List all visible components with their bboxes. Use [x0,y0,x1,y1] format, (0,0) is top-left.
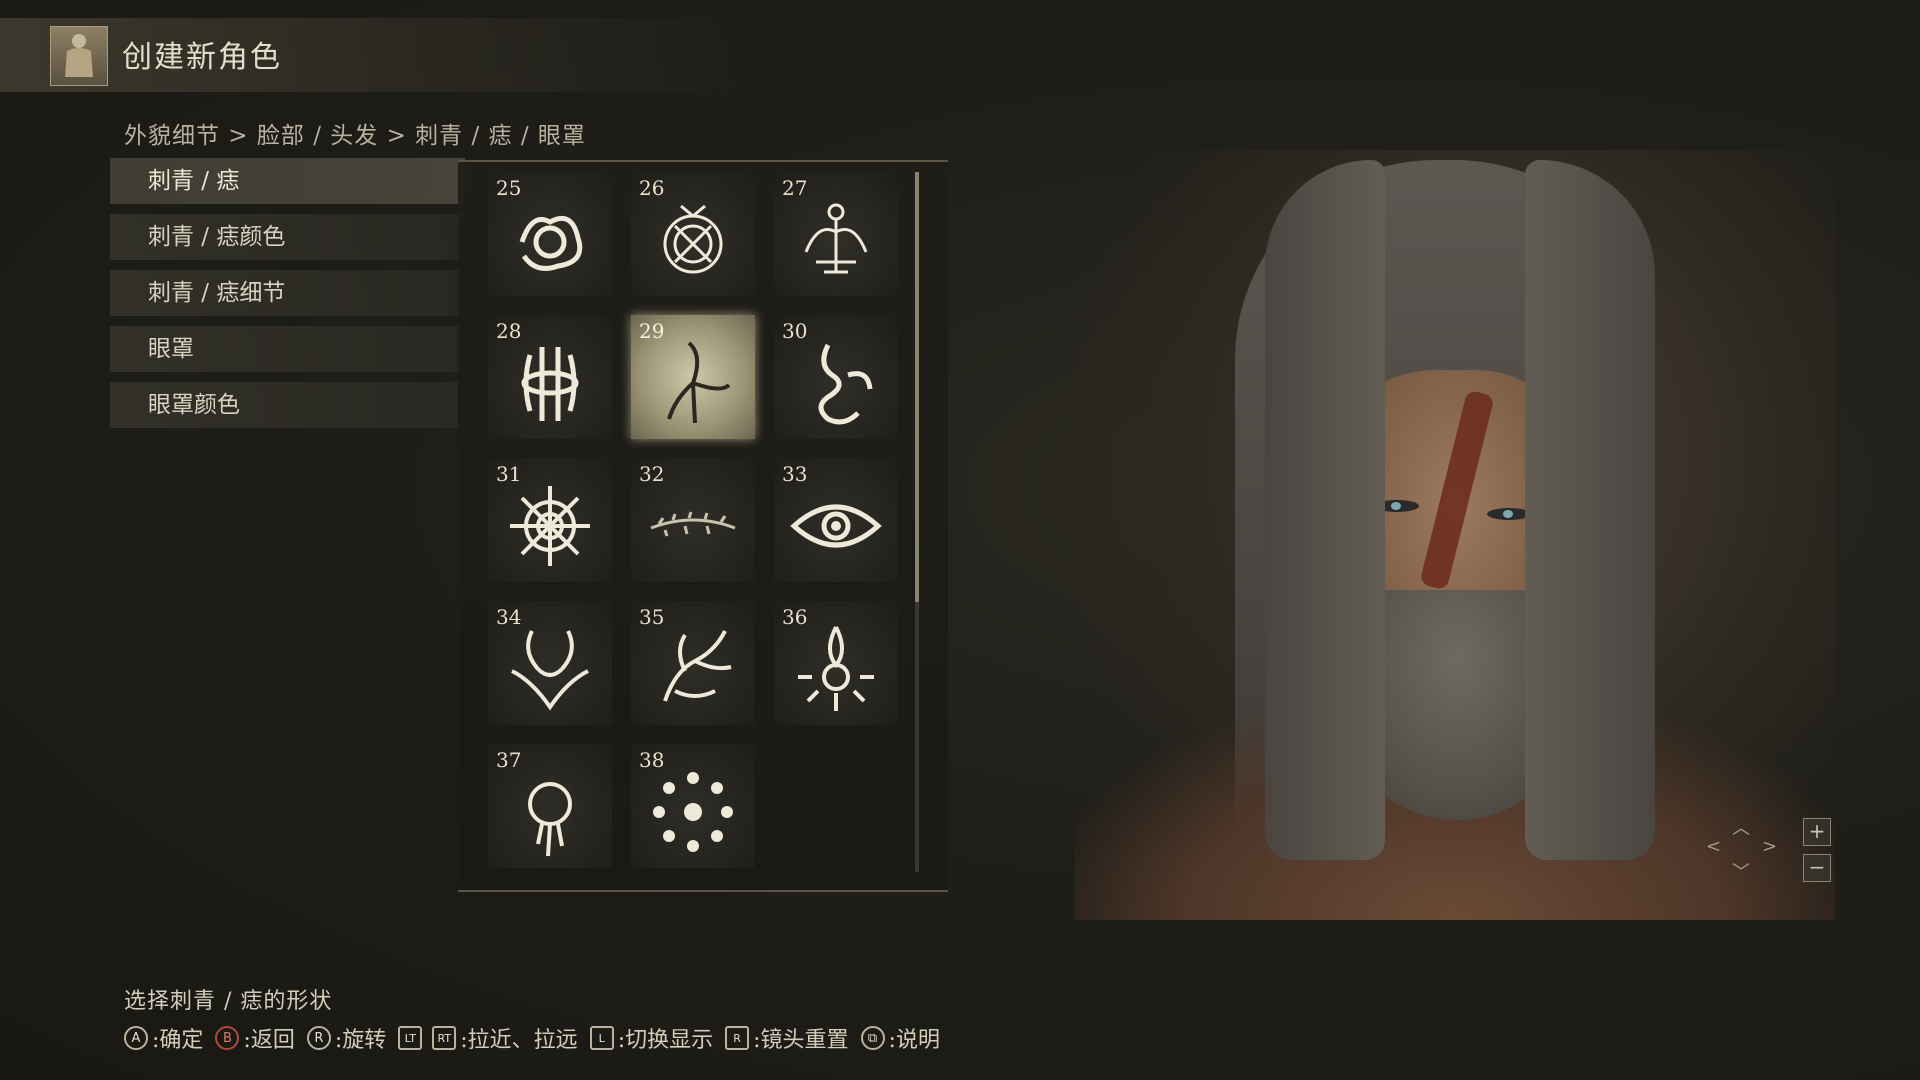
menu-item-label: 刺青 / 痣颜色 [148,224,286,250]
menu-item-label: 刺青 / 痣细节 [148,280,286,306]
grid-scrollbar[interactable] [915,172,919,872]
crossed-swords-crest-icon [663,204,723,274]
tattoo-tile[interactable]: 32 [631,458,755,582]
menu-item-eyepatch-color[interactable]: 眼罩颜色 [110,382,465,428]
black-sun-icon [528,782,572,857]
swirl-rose-icon [519,216,583,271]
tattoo-tile[interactable]: 34 [488,601,612,725]
right-stick-icon: R [306,1026,331,1050]
winged-shrine-icon [804,203,868,274]
view-button-icon: ⧉ [860,1026,885,1050]
menu-item-tattoo-mark-detail[interactable]: 刺青 / 痣细节 [110,270,465,316]
control-label: :说明 [888,1028,940,1053]
toggle-display-control[interactable]: L :切换显示 [589,1022,714,1054]
camera-rotate-dpad[interactable]: ︿ < > ﹀ [1706,814,1777,884]
tattoo-tile[interactable]: 35 [631,601,755,725]
tattoo-tile[interactable]: 31 [488,458,612,582]
zoom-in-button[interactable]: + [1803,818,1831,846]
tattoo-tile[interactable]: 30 [774,315,898,439]
menu-item-tattoo-mark-color[interactable]: 刺青 / 痣颜色 [110,214,465,260]
dragon-rider-icon [663,630,732,702]
chevron-right-icon[interactable]: > [1762,836,1777,857]
menu-item-label: 眼罩颜色 [148,392,240,418]
help-control[interactable]: ⧉ :说明 [860,1022,940,1054]
hair-front-left [1265,160,1385,860]
b-button-icon: B [215,1026,240,1050]
chevron-down-icon[interactable]: ﹀ [1732,858,1750,884]
chevron-left-icon[interactable]: < [1706,836,1721,857]
horned-beast-icon [511,630,589,711]
character-avatar-icon [50,26,108,86]
menu-item-label: 眼罩 [148,336,194,362]
tattoo-grid-panel: 25 26 27 28 29 30 31 32 33 34 35 36 37 3… [458,160,948,892]
control-label: :镜头重置 [753,1028,849,1053]
zoom-control-lt[interactable]: LT [398,1026,426,1050]
lt-trigger-icon: LT [398,1026,423,1050]
page-title: 创建新角色 [122,40,282,75]
selection-hint: 选择刺青 / 痣的形状 [124,989,333,1014]
control-label: :确定 [152,1028,204,1053]
control-label: :旋转 [334,1028,387,1053]
tattoo-tile[interactable]: 27 [774,172,898,296]
header-bar [0,18,760,92]
chevron-up-icon[interactable]: ︿ [1732,814,1750,840]
breadcrumb: 外貌细节 > 脸部 / 头发 > 刺青 / 痣 / 眼罩 [124,123,586,149]
bound-rune-icon [521,347,579,421]
tattoo-tile[interactable]: 36 [774,601,898,725]
tri-claw-mark-icon [667,341,731,424]
tattoo-tile[interactable]: 25 [488,172,612,296]
tattoo-tile[interactable]: 37 [488,744,612,868]
control-label: :切换显示 [617,1028,714,1053]
flame-eye-icon [798,626,874,711]
control-label: :返回 [243,1028,295,1053]
menu-item-eyepatch[interactable]: 眼罩 [110,326,465,372]
left-stick-press-icon: L [589,1026,614,1050]
tattoo-tile[interactable]: 38 [631,744,755,868]
hair-front-right [1525,160,1655,860]
tattoo-tile[interactable]: 26 [631,172,755,296]
control-hints: A :确定 B :返回 R :旋转 LT RT :拉近、拉远 L :切换显示 R… [124,1022,952,1054]
scroll-thumb[interactable] [915,172,919,602]
circle-of-orbs-icon [653,772,733,852]
confirm-control[interactable]: A :确定 [124,1022,203,1054]
tattoo-tile-selected[interactable]: 29 [631,315,755,439]
all-seeing-eye-icon [790,504,882,548]
character-preview[interactable] [1075,150,1835,920]
tattoo-tile[interactable]: 28 [488,315,612,439]
zoom-control[interactable]: RT :拉近、拉远 [432,1022,578,1054]
floral-knot-icon [510,486,590,566]
rotate-control[interactable]: R :旋转 [306,1022,387,1054]
zoom-out-button[interactable]: − [1803,854,1831,882]
a-button-icon: A [124,1026,148,1050]
tattoo-tile[interactable]: 33 [774,458,898,582]
menu-item-label: 刺青 / 痣 [148,168,240,194]
control-label: :拉近、拉远 [460,1028,578,1053]
category-menu: 刺青 / 痣 刺青 / 痣颜色 刺青 / 痣细节 眼罩 眼罩颜色 [110,158,465,438]
menu-item-tattoo-mark[interactable]: 刺青 / 痣 [110,158,465,204]
camera-reset-control[interactable]: R :镜头重置 [725,1022,849,1054]
tattoo-grid: 25 26 27 28 29 30 31 32 33 34 35 36 37 3… [488,172,898,868]
rt-trigger-icon: RT [432,1026,457,1050]
back-control[interactable]: B :返回 [215,1022,295,1054]
thorn-line-icon [650,511,736,537]
right-stick-press-icon: R [725,1026,750,1050]
serpent-flame-icon [818,343,873,425]
